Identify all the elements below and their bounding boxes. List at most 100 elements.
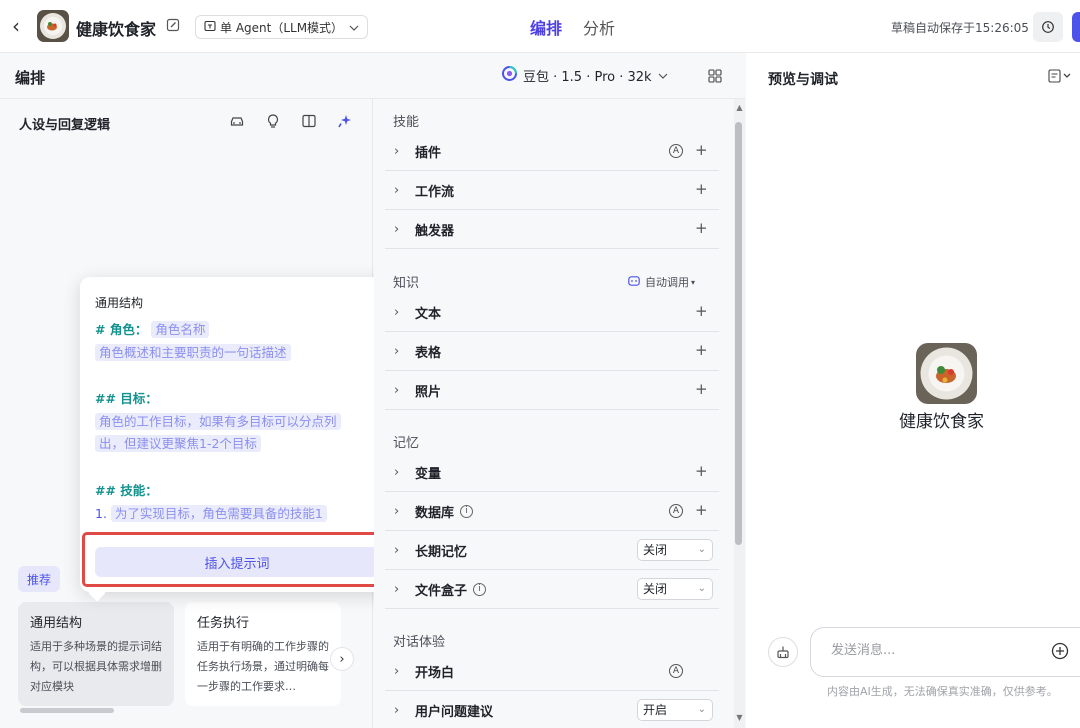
app-name: 健康饮食家 bbox=[76, 20, 157, 39]
select-value: 关闭 bbox=[643, 582, 668, 596]
model-select[interactable]: 豆包 · 1.5 · Pro · 32k bbox=[502, 66, 668, 85]
chevron-right-icon[interactable]: › bbox=[330, 647, 354, 671]
row-suggestion[interactable]: › 用户问题建议 开启 ⌄ bbox=[385, 691, 719, 728]
row-file-box[interactable]: › 文件盒子 i 关闭 ⌄ bbox=[385, 570, 719, 609]
chevron-right-icon: › bbox=[394, 464, 400, 480]
popover-title: 通用结构 bbox=[95, 296, 144, 310]
car-icon[interactable] bbox=[229, 113, 245, 129]
auto-call-select[interactable]: 自动调用 ▾ bbox=[628, 274, 695, 290]
plus-icon[interactable]: + bbox=[695, 341, 708, 359]
ai-sparkle-icon[interactable] bbox=[337, 113, 353, 129]
row-label: 工作流 bbox=[415, 184, 455, 200]
long-memory-select[interactable]: 关闭 ⌄ bbox=[637, 539, 713, 561]
row-plugin[interactable]: › 插件 A + bbox=[385, 132, 719, 171]
row-trigger[interactable]: › 触发器 + bbox=[385, 210, 719, 249]
chevron-right-icon: › bbox=[394, 143, 400, 159]
recommend-tab[interactable]: 推荐 bbox=[18, 566, 60, 592]
row-label: 变量 bbox=[415, 466, 442, 482]
plus-icon[interactable]: + bbox=[695, 302, 708, 320]
card-title: 任务执行 bbox=[197, 616, 250, 631]
tab-analysis[interactable]: 分析 bbox=[583, 15, 615, 39]
model-name: 豆包 · 1.5 · Pro · 32k bbox=[523, 70, 652, 85]
row-database[interactable]: › 数据库 i A + bbox=[385, 492, 719, 531]
plus-icon[interactable]: + bbox=[695, 180, 708, 198]
skill-heading: ## 技能： bbox=[95, 483, 158, 498]
suggestion-select[interactable]: 开启 ⌄ bbox=[637, 699, 713, 721]
info-icon[interactable]: i bbox=[460, 504, 474, 518]
file-box-select[interactable]: 关闭 ⌄ bbox=[637, 578, 713, 600]
auto-a-icon[interactable]: A bbox=[669, 504, 683, 518]
info-icon[interactable]: i bbox=[473, 582, 487, 596]
agent-mode-select[interactable]: 单 Agent（LLM模式） bbox=[195, 15, 369, 39]
history-button[interactable] bbox=[1033, 12, 1063, 42]
bot-name: 健康饮食家 bbox=[899, 412, 984, 432]
chevron-down-icon bbox=[349, 20, 359, 34]
row-label: 开场白 bbox=[415, 665, 455, 681]
scroll-up-icon[interactable]: ▲ bbox=[734, 103, 745, 112]
role-heading: # 角色： bbox=[95, 322, 148, 337]
clear-chat-button[interactable] bbox=[768, 637, 798, 667]
preview-settings-icon[interactable] bbox=[1048, 69, 1078, 85]
role-name-placeholder: 角色名称 bbox=[151, 321, 210, 338]
chevron-down-icon bbox=[658, 68, 668, 83]
row-variable[interactable]: › 变量 + bbox=[385, 453, 719, 492]
scroll-down-icon[interactable]: ▼ bbox=[734, 713, 745, 722]
chevron-left-icon[interactable]: ‹ bbox=[12, 15, 32, 37]
auto-call-label: 自动调用 bbox=[645, 276, 689, 289]
tab-edit[interactable]: 编排 bbox=[530, 15, 562, 39]
plus-icon[interactable]: + bbox=[695, 462, 708, 480]
edit-icon[interactable] bbox=[166, 18, 182, 34]
row-text[interactable]: › 文本 + bbox=[385, 293, 719, 332]
app-avatar bbox=[37, 10, 69, 42]
publish-button[interactable] bbox=[1072, 12, 1080, 42]
chevron-right-icon: › bbox=[394, 581, 400, 597]
split-view-icon[interactable] bbox=[301, 113, 317, 129]
row-label: 文件盒子 bbox=[415, 583, 468, 599]
horizontal-scrollbar[interactable] bbox=[20, 708, 114, 713]
select-value: 开启 bbox=[643, 703, 668, 717]
chevron-down-icon: ⌄ bbox=[697, 583, 706, 594]
skill-placeholder: 为了实现目标，角色需要具备的技能1 bbox=[110, 505, 327, 522]
chevron-right-icon: › bbox=[394, 304, 400, 320]
row-label: 长期记忆 bbox=[415, 544, 468, 560]
auto-a-icon[interactable]: A bbox=[669, 144, 683, 158]
agent-icon bbox=[204, 20, 216, 35]
persona-title: 人设与回复逻辑 bbox=[19, 118, 111, 133]
row-photo[interactable]: › 照片 + bbox=[385, 371, 719, 410]
row-opener[interactable]: › 开场白 A bbox=[385, 652, 719, 691]
role-desc-placeholder: 角色概述和主要职责的一句话描述 bbox=[95, 344, 291, 361]
section-dialog: 对话体验 bbox=[393, 635, 446, 650]
layout-grid-icon[interactable] bbox=[708, 69, 722, 83]
card-desc: 适用于多种场景的提示词结构，可以根据具体需求增删对应模块 bbox=[30, 640, 162, 693]
chevron-right-icon: › bbox=[394, 182, 400, 198]
section-memory: 记忆 bbox=[393, 436, 420, 451]
row-label: 用户问题建议 bbox=[415, 705, 494, 720]
auto-a-icon[interactable]: A bbox=[669, 664, 683, 678]
doubao-logo-icon bbox=[502, 66, 517, 85]
goal-placeholder: 角色的工作目标，如果有多目标可以分点列 bbox=[95, 413, 341, 430]
skills-panel: 技能 › 插件 A + › 工作流 + › 触发器 + 知识 自动调用 ▾ › … bbox=[374, 99, 745, 728]
row-workflow[interactable]: › 工作流 + bbox=[385, 171, 719, 210]
section-knowledge: 知识 bbox=[393, 276, 420, 291]
highlight-box bbox=[82, 532, 393, 587]
edit-header: 编排 豆包 · 1.5 · Pro · 32k bbox=[0, 53, 745, 99]
message-input[interactable] bbox=[831, 643, 1031, 658]
plus-icon[interactable]: + bbox=[695, 380, 708, 398]
row-long-memory[interactable]: › 长期记忆 关闭 ⌄ bbox=[385, 531, 719, 570]
lightbulb-icon[interactable] bbox=[265, 113, 281, 129]
row-table[interactable]: › 表格 + bbox=[385, 332, 719, 371]
template-card-general[interactable]: 通用结构 适用于多种场景的提示词结构，可以根据具体需求增删对应模块 bbox=[18, 602, 174, 706]
template-card-task[interactable]: 任务执行 适用于有明确的工作步骤的任务执行场景，通过明确每一步骤的工作要求… bbox=[185, 602, 341, 706]
plus-icon[interactable]: + bbox=[695, 501, 708, 519]
card-desc: 适用于有明确的工作步骤的任务执行场景，通过明确每一步骤的工作要求… bbox=[197, 640, 329, 693]
row-label: 照片 bbox=[415, 384, 442, 400]
plus-icon[interactable]: + bbox=[695, 141, 708, 159]
add-attachment-icon[interactable] bbox=[1051, 642, 1069, 660]
skill-number: 1. bbox=[95, 506, 107, 521]
message-input-box[interactable] bbox=[810, 627, 1080, 677]
plus-icon[interactable]: + bbox=[695, 219, 708, 237]
section-skill: 技能 bbox=[393, 115, 420, 130]
vertical-scrollbar-thumb[interactable] bbox=[735, 122, 742, 545]
goal-heading: ## 目标： bbox=[95, 391, 158, 406]
top-bar: ‹ 健康饮食家 单 Agent（LLM模式） 编排 分析 草稿自动保存于15:2… bbox=[0, 0, 1080, 53]
